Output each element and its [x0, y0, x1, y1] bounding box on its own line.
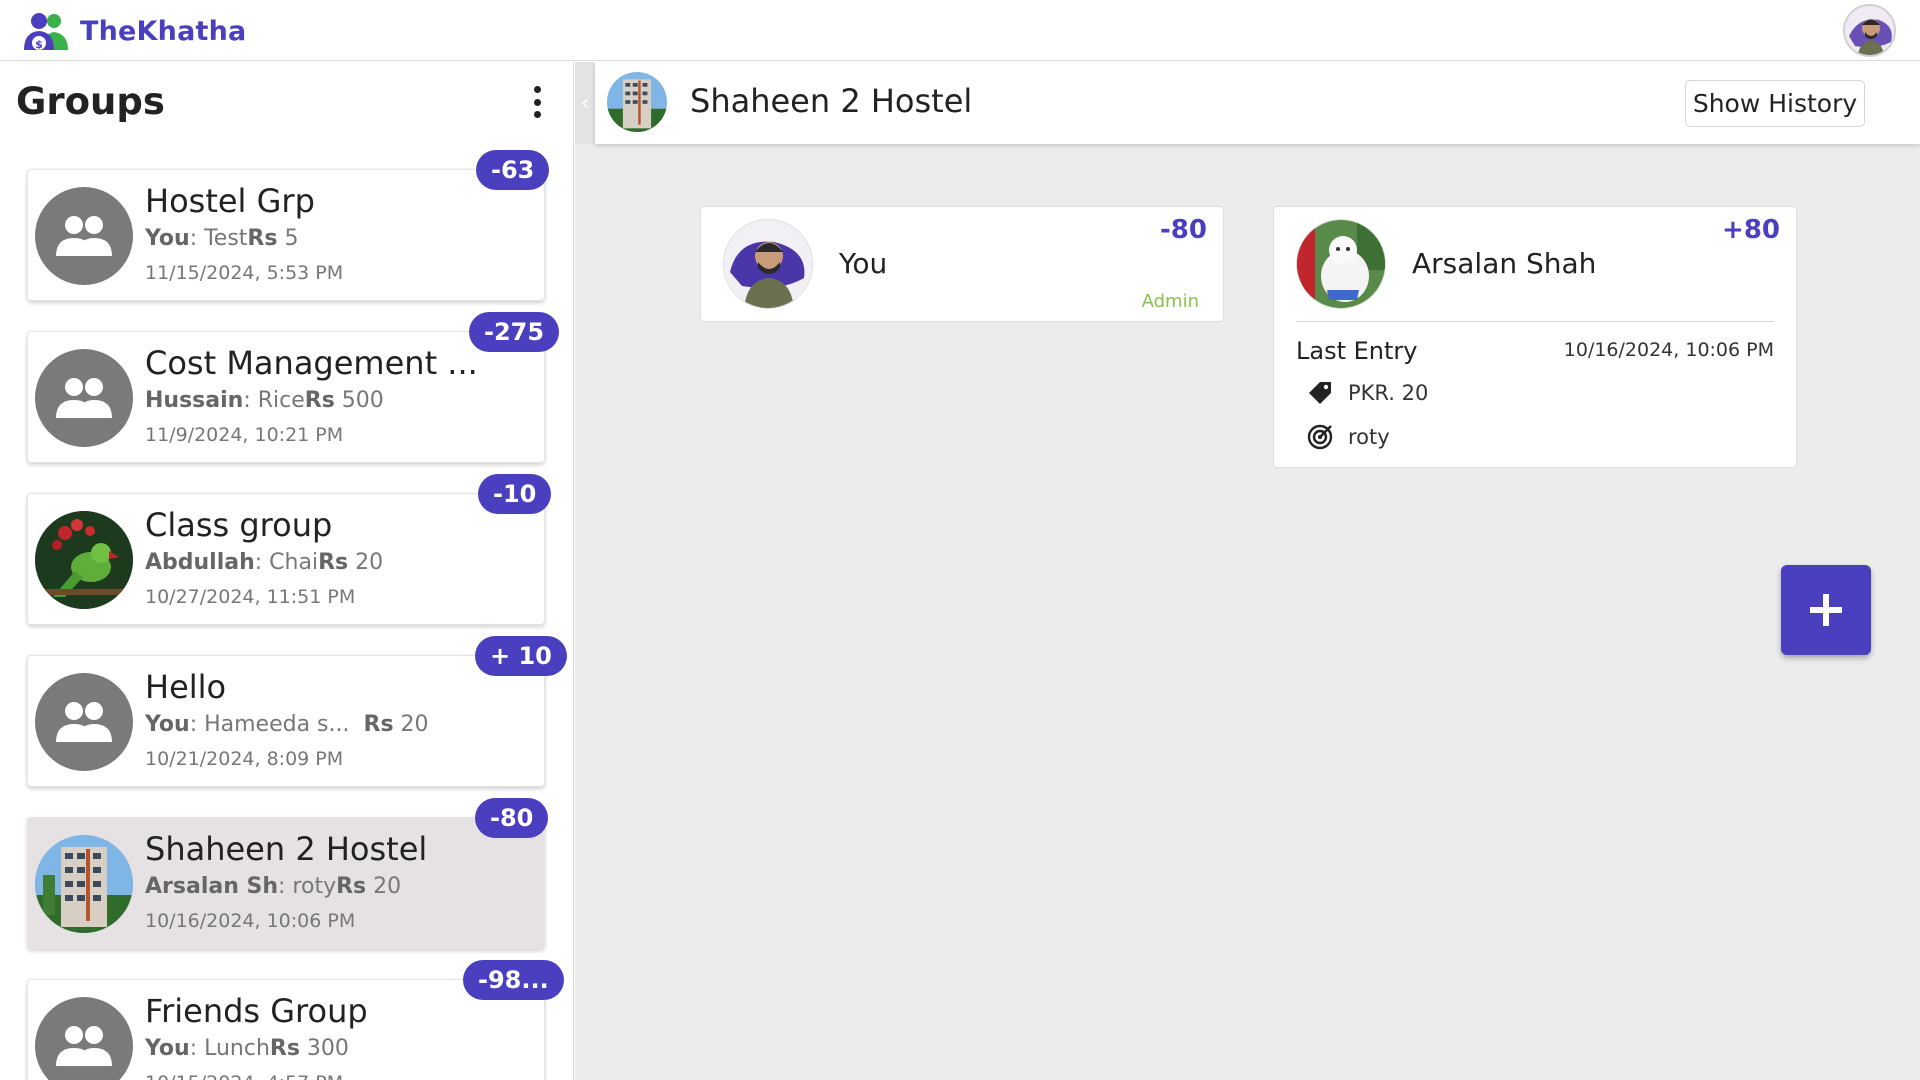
- group-card-hello[interactable]: Hello You: Hameeda s... Rs 20 10/21/2024…: [27, 636, 567, 787]
- show-history-button[interactable]: Show History: [1685, 80, 1865, 127]
- group-header-avatar[interactable]: [607, 72, 667, 132]
- parrot-image: [35, 511, 133, 609]
- group-name: Shaheen 2 Hostel: [145, 830, 428, 868]
- group-avatar-photo: [35, 835, 133, 933]
- group-last-entry: Abdullah: ChaiRs 20: [145, 550, 384, 575]
- member-avatar: [723, 219, 813, 309]
- group-balance-badge: -98...: [463, 960, 564, 1000]
- people-icon: [56, 702, 112, 742]
- group-name: Hello: [145, 668, 227, 706]
- target-icon: [1307, 424, 1333, 450]
- group-balance-badge: -10: [478, 474, 552, 514]
- group-last-entry: You: TestRs 5: [145, 226, 299, 251]
- group-timestamp: 11/15/2024, 5:53 PM: [145, 262, 344, 284]
- user-avatar[interactable]: [1843, 4, 1896, 57]
- group-card-friends-group[interactable]: Friends Group You: LunchRs 300 10/15/202…: [27, 960, 564, 1080]
- people-icon: [56, 378, 112, 418]
- add-entry-button[interactable]: [1781, 565, 1871, 655]
- group-card-class-group[interactable]: Class group Abdullah: ChaiRs 20 10/27/20…: [27, 474, 552, 625]
- group-avatar-icon: [35, 673, 133, 771]
- group-timestamp: 11/9/2024, 10:21 PM: [145, 424, 344, 446]
- group-card-shaheen-2-hostel[interactable]: Shaheen 2 Hostel Arsalan Sh: rotyRs 20 1…: [27, 798, 549, 949]
- building-image: [607, 72, 667, 132]
- group-last-entry: Hussain: RiceRs 500: [145, 388, 384, 413]
- group-name: Hostel Grp: [145, 182, 315, 220]
- group-balance-badge: + 10: [475, 636, 567, 676]
- member-name: You: [839, 247, 888, 280]
- plus-icon: [1810, 594, 1842, 626]
- app-name: TheKhatha: [80, 15, 247, 47]
- last-entry-price: PKR. 20: [1348, 381, 1429, 405]
- last-entry-item-row: roty: [1306, 423, 1390, 451]
- last-entry-label: Last Entry: [1296, 337, 1418, 365]
- group-avatar-icon: [35, 997, 133, 1080]
- group-timestamp: 10/16/2024, 10:06 PM: [145, 910, 356, 932]
- member-card-you[interactable]: You -80 Admin: [700, 206, 1224, 322]
- sidebar-header: Groups: [16, 76, 556, 126]
- building-image: [35, 835, 133, 933]
- divider: [1296, 321, 1774, 322]
- group-name: Cost Management ...: [145, 344, 478, 382]
- chevron-left-icon: ‹: [580, 90, 590, 116]
- sidebar-title: Groups: [16, 80, 165, 123]
- people-icon: [56, 1026, 112, 1066]
- member-balance: +80: [1722, 215, 1780, 245]
- user-avatar-image: [1845, 6, 1894, 55]
- member-avatar: [1296, 219, 1386, 309]
- more-options-icon[interactable]: [524, 82, 550, 122]
- groups-sidebar: Groups Hostel Grp You: TestRs 5 11/15/20…: [0, 62, 574, 1080]
- group-last-entry: You: LunchRs 300: [145, 1036, 349, 1061]
- member-balance: -80: [1160, 215, 1207, 245]
- member-photo: [1297, 220, 1385, 308]
- group-header: Shaheen 2 Hostel Show History: [595, 62, 1920, 144]
- group-balance-badge: -80: [475, 798, 549, 838]
- member-photo: [724, 220, 812, 308]
- people-icon: [56, 216, 112, 256]
- group-avatar-icon: [35, 187, 133, 285]
- brand[interactable]: $ TheKhatha: [22, 10, 246, 52]
- app-logo-icon: $: [24, 13, 68, 51]
- app-bar: $ TheKhatha: [0, 0, 1920, 61]
- group-last-entry: You: Hameeda s... Rs 20: [145, 712, 429, 737]
- group-balance-badge: -63: [476, 150, 550, 190]
- group-timestamp: 10/27/2024, 11:51 PM: [145, 586, 356, 608]
- group-name: Class group: [145, 506, 333, 544]
- price-tag-icon: [1309, 382, 1331, 404]
- group-avatar-photo: [35, 511, 133, 609]
- collapse-sidebar-button[interactable]: ‹: [575, 62, 595, 144]
- group-name: Friends Group: [145, 992, 368, 1030]
- group-card-hostel-grp[interactable]: Hostel Grp You: TestRs 5 11/15/2024, 5:5…: [27, 150, 550, 301]
- last-entry-item: roty: [1348, 425, 1390, 449]
- group-last-entry: Arsalan Sh: rotyRs 20: [145, 874, 402, 899]
- group-detail-panel: ‹ Shaheen 2 Hostel Show History You -80 …: [575, 62, 1920, 1080]
- group-avatar-icon: [35, 349, 133, 447]
- group-title: Shaheen 2 Hostel: [690, 82, 973, 120]
- group-card-cost-management[interactable]: Cost Management ... Hussain: RiceRs 500 …: [27, 312, 560, 463]
- group-timestamp: 10/15/2024, 4:57 PM: [145, 1072, 343, 1080]
- last-entry-price-row: PKR. 20: [1306, 379, 1428, 407]
- group-timestamp: 10/21/2024, 8:09 PM: [145, 748, 344, 770]
- last-entry-time: 10/16/2024, 10:06 PM: [1563, 339, 1774, 361]
- member-card-arsalan-shah[interactable]: Arsalan Shah +80 Last Entry 10/16/2024, …: [1273, 206, 1797, 468]
- svg-text:$: $: [35, 38, 43, 51]
- member-name: Arsalan Shah: [1412, 247, 1597, 280]
- group-balance-badge: -275: [469, 312, 560, 352]
- member-role-badge: Admin: [1141, 291, 1199, 312]
